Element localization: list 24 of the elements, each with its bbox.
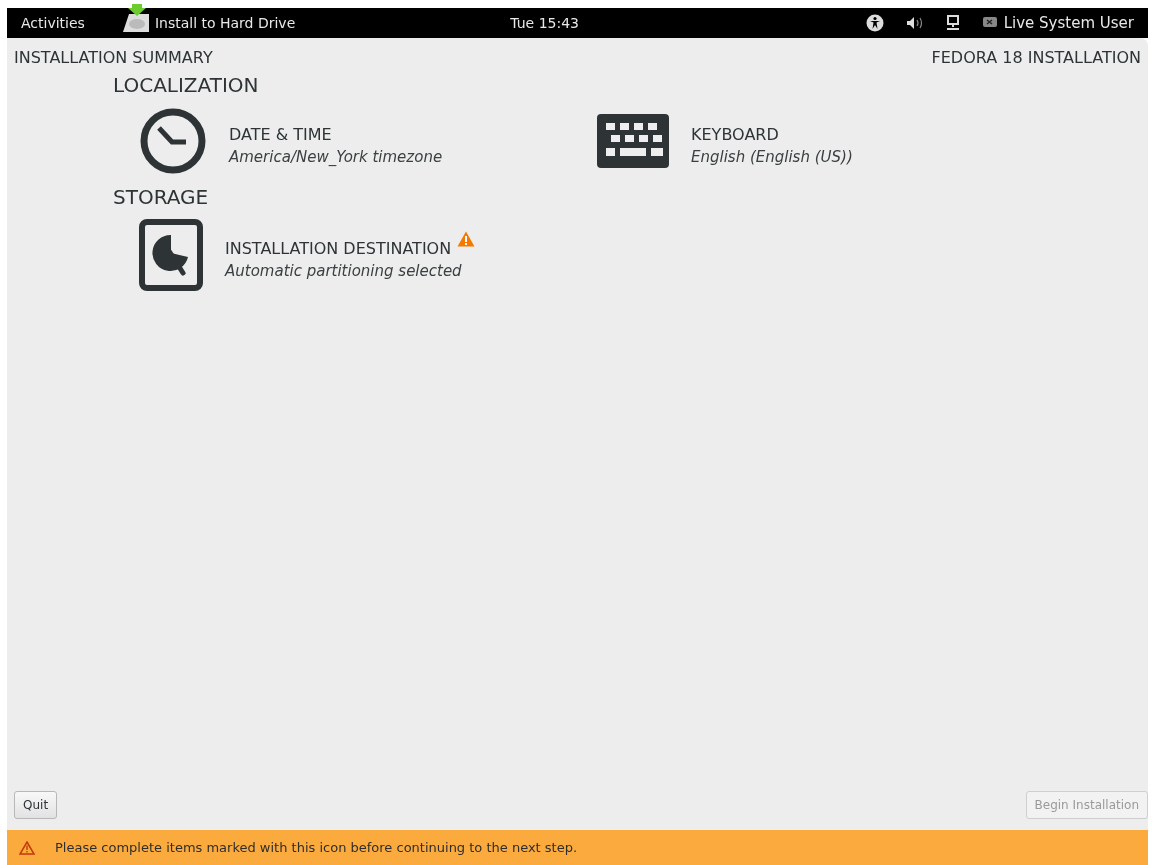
- keyboard-icon[interactable]: [597, 114, 669, 168]
- section-heading: LOCALIZATION: [113, 73, 260, 97]
- spoke-title[interactable]: KEYBOARD: [691, 124, 779, 144]
- window-title: INSTALLATION SUMMARY: [14, 48, 213, 67]
- clock-icon[interactable]: [139, 107, 207, 175]
- clock[interactable]: Tue 15:43: [510, 15, 579, 31]
- user-menu[interactable]: Live System User: [1003, 14, 1134, 32]
- warning-icon: [19, 840, 35, 855]
- product-name: FEDORA 18 INSTALLATION: [931, 48, 1141, 67]
- accessibility-icon[interactable]: [865, 14, 884, 32]
- hard-drive-icon[interactable]: [139, 219, 203, 291]
- spoke-title[interactable]: DATE & TIME: [229, 124, 332, 144]
- network-icon[interactable]: [945, 15, 960, 31]
- activities-button[interactable]: Activities: [21, 15, 85, 31]
- app-name[interactable]: Install to Hard Drive: [154, 15, 296, 31]
- spoke-status: Automatic partitioning selected: [225, 261, 463, 280]
- chat-status-icon: [981, 16, 998, 30]
- volume-icon[interactable]: [905, 16, 924, 30]
- warning-message: Please complete items marked with this icon before continuing to the next step.: [55, 840, 578, 855]
- spoke-title[interactable]: INSTALLATION DESTINATION: [225, 238, 452, 258]
- spoke-status: America/New_York timezone: [229, 147, 443, 166]
- section-heading: STORAGE: [113, 185, 210, 209]
- action-button[interactable]: Quit: [14, 791, 58, 819]
- spoke-status: English (English (US)): [691, 147, 853, 166]
